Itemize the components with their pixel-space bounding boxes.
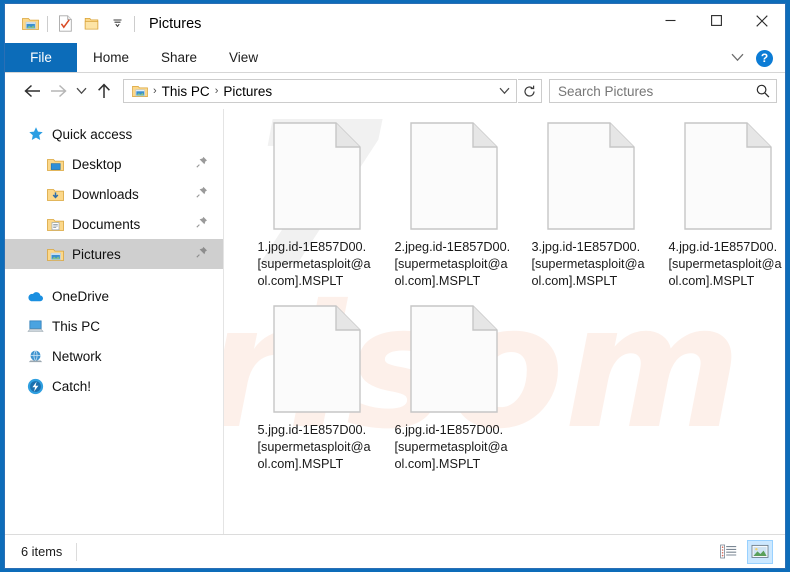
sidebar-item-label: Documents [72,217,140,232]
tab-home[interactable]: Home [77,43,145,72]
sidebar-item-desktop[interactable]: Desktop [5,149,223,179]
help-icon[interactable]: ? [756,50,773,67]
tab-share[interactable]: Share [145,43,213,72]
downloads-folder-icon [47,186,64,203]
window-title: Pictures [149,16,201,32]
pin-icon[interactable] [196,155,208,173]
file-name-label: 6.jpg.id-1E857D00.[supermetasploit@aol.c… [395,422,513,473]
minimize-button[interactable] [647,4,693,37]
back-button[interactable] [19,78,45,104]
pin-icon[interactable] [196,215,208,233]
qat-separator-1 [47,16,48,32]
desktop-folder-icon [47,156,64,173]
sidebar-item-label: Catch! [52,379,91,394]
details-view-button[interactable] [715,540,741,564]
catch-icon [27,378,44,395]
file-item[interactable]: 1.jpg.id-1E857D00.[supermetasploit@aol.c… [248,121,385,290]
forward-button[interactable] [45,78,71,104]
documents-folder-icon [47,216,64,233]
sidebar-item-catch[interactable]: Catch! [5,371,223,401]
pin-icon[interactable] [196,245,208,263]
file-item[interactable]: 6.jpg.id-1E857D00.[supermetasploit@aol.c… [385,304,522,473]
sidebar-item-downloads[interactable]: Downloads [5,179,223,209]
tab-view[interactable]: View [213,43,274,72]
file-item[interactable]: 3.jpg.id-1E857D00.[supermetasploit@aol.c… [522,121,659,290]
blank-document-icon [680,121,776,233]
qat-separator-2 [134,16,135,32]
sidebar-item-onedrive[interactable]: OneDrive [5,281,223,311]
breadcrumb-this-pc[interactable]: This PC [159,84,213,99]
explorer-window: Pictures File Home Share View ? [4,3,786,569]
search-placeholder: Search Pictures [558,84,756,99]
address-field[interactable]: › This PC › Pictures [123,79,517,103]
ribbon-right-controls: ? [731,43,779,73]
customize-chevron-icon[interactable] [104,12,130,36]
network-icon [27,348,44,365]
address-folder-icon [129,84,151,98]
sidebar-gap-1 [5,269,223,281]
properties-icon[interactable] [52,12,78,36]
sidebar-item-network[interactable]: Network [5,341,223,371]
tab-file[interactable]: File [5,43,77,72]
file-name-label: 2.jpeg.id-1E857D00.[supermetasploit@aol.… [395,239,513,290]
sidebar-item-this-pc[interactable]: This PC [5,311,223,341]
file-list-pane[interactable]: 7 risom 1.jpg.id-1E857D00.[supermetasplo… [224,109,785,534]
this-pc-icon [27,318,44,335]
blank-document-icon [406,121,502,233]
sidebar-item-documents[interactable]: Documents [5,209,223,239]
up-button[interactable] [91,78,117,104]
file-name-label: 3.jpg.id-1E857D00.[supermetasploit@aol.c… [532,239,650,290]
sidebar-item-label: Downloads [72,187,139,202]
sidebar-item-label: Desktop [72,157,122,172]
blank-document-icon [269,304,365,416]
blank-document-icon [406,304,502,416]
status-bar: 6 items [5,534,785,568]
search-icon[interactable] [756,84,770,98]
quick-access-toolbar [5,12,139,36]
navigation-pane: Quick access Desktop [5,109,224,534]
recent-locations-chevron-icon[interactable] [71,78,91,104]
file-item[interactable]: 4.jpg.id-1E857D00.[supermetasploit@aol.c… [659,121,785,290]
maximize-button[interactable] [693,4,739,37]
file-item[interactable]: 2.jpeg.id-1E857D00.[supermetasploit@aol.… [385,121,522,290]
item-count-label: 6 items [21,544,62,559]
breadcrumb-separator-2: › [213,85,221,97]
title-bar: Pictures [5,4,785,43]
new-folder-icon[interactable] [78,12,104,36]
sidebar-item-label: Pictures [72,247,121,262]
pin-icon[interactable] [196,185,208,203]
breadcrumb-pictures[interactable]: Pictures [220,84,275,99]
file-item[interactable]: 5.jpg.id-1E857D00.[supermetasploit@aol.c… [248,304,385,473]
view-mode-buttons [715,540,773,564]
ribbon-tabs: File Home Share View ? [5,43,785,73]
blank-document-icon [543,121,639,233]
close-button[interactable] [739,4,785,37]
search-input[interactable]: Search Pictures [549,79,777,103]
sidebar-item-label: Network [52,349,102,364]
file-grid: 1.jpg.id-1E857D00.[supermetasploit@aol.c… [224,109,785,473]
large-icons-view-button[interactable] [747,540,773,564]
explorer-body: Quick access Desktop [5,109,785,534]
sidebar-item-pictures[interactable]: Pictures [5,239,223,269]
refresh-button[interactable] [518,79,542,103]
status-separator [76,543,77,561]
pictures-folder-icon [47,246,64,263]
onedrive-cloud-icon [27,288,44,305]
sidebar-item-label: Quick access [52,127,132,142]
sidebar-item-quick-access[interactable]: Quick access [5,119,223,149]
sidebar-item-label: This PC [52,319,100,334]
blank-document-icon [269,121,365,233]
star-icon [27,126,44,143]
address-dropdown-chevron-icon[interactable] [494,87,514,95]
address-bar: › This PC › Pictures Search Pictures [5,73,785,109]
ribbon-collapse-chevron-icon[interactable] [731,49,744,67]
file-name-label: 1.jpg.id-1E857D00.[supermetasploit@aol.c… [258,239,376,290]
window-controls [647,4,785,43]
file-name-label: 5.jpg.id-1E857D00.[supermetasploit@aol.c… [258,422,376,473]
breadcrumb-separator-1: › [151,85,159,97]
sidebar-item-label: OneDrive [52,289,109,304]
pictures-folder-icon[interactable] [17,12,43,36]
file-name-label: 4.jpg.id-1E857D00.[supermetasploit@aol.c… [669,239,786,290]
